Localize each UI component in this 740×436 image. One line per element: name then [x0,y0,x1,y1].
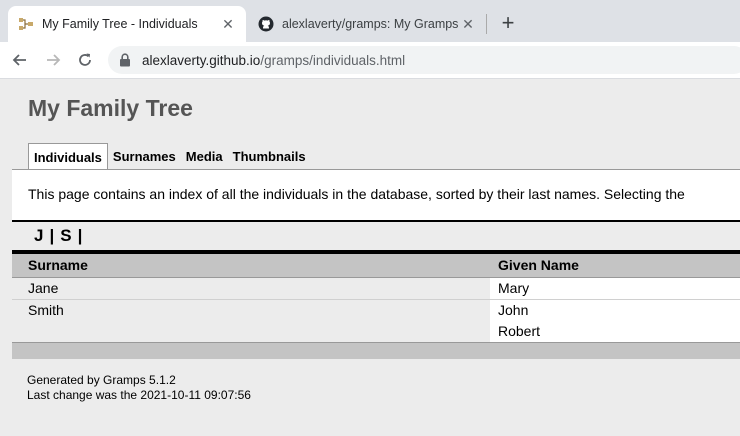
page-description: This page contains an index of all the i… [12,170,740,220]
forward-arrow-icon[interactable] [41,48,65,72]
lock-icon[interactable] [118,53,132,67]
surname-cell[interactable]: Smith [12,300,490,342]
address-bar[interactable]: alexlaverty.github.io/gramps/individuals… [108,46,740,74]
nav-surnames[interactable]: Surnames [108,144,181,170]
alpha-link-s[interactable]: S [60,226,71,246]
column-header-surname: Surname [28,257,88,273]
generated-by-text: Generated by Gramps 5.1.2 [27,373,176,387]
given-name-link[interactable]: Mary [490,278,740,299]
page-content: My Family Tree Individuals Surnames Medi… [0,79,740,436]
tab-title: alexlaverty/gramps: My Gramps F [282,17,460,31]
description-divider [12,220,740,222]
given-name-link[interactable]: John [490,300,740,321]
github-icon [258,16,274,32]
reload-icon[interactable] [73,48,97,72]
tab-title: My Family Tree - Individuals [42,17,198,31]
table-header: Surname Given Name [12,254,740,278]
browser-toolbar: alexlaverty.github.io/gramps/individuals… [0,42,740,79]
given-name-cell: Mary [490,278,740,299]
nav-individuals[interactable]: Individuals [28,143,108,171]
table-row: Jane Mary [12,278,740,299]
url-path: /gramps/individuals.html [260,52,406,68]
browser-tab-strip: My Family Tree - Individuals ✕ alexlaver… [0,0,740,42]
column-header-given-name: Given Name [498,257,579,273]
site-title: My Family Tree [28,95,193,121]
gramps-tree-icon [18,16,34,32]
table-footer [12,342,740,359]
back-arrow-icon[interactable] [8,48,32,72]
browser-tab-individuals[interactable]: My Family Tree - Individuals ✕ [8,6,246,42]
nav-thumbnails[interactable]: Thumbnails [228,144,311,170]
url-host: alexlaverty.github.io [142,52,261,68]
last-change-text: Last change was the 2021-10-11 09:07:56 [27,388,251,402]
nav-media[interactable]: Media [181,144,228,170]
surname-cell[interactable]: Jane [12,278,490,299]
close-tab-icon[interactable]: ✕ [220,16,236,32]
page-footer: Generated by Gramps 5.1.2 Last change wa… [27,373,251,403]
given-name-cell: John Robert [490,300,740,342]
alpha-separator: | [77,226,83,245]
close-tab-icon[interactable]: ✕ [460,16,476,32]
alpha-link-j[interactable]: J [34,226,43,246]
browser-tab-github[interactable]: alexlaverty/gramps: My Gramps F ✕ [248,6,486,42]
alphabet-navigation: J | S | [34,226,82,246]
alpha-separator: | [49,226,55,245]
table-row: Smith John Robert [12,300,740,342]
url-text: alexlaverty.github.io/gramps/individuals… [142,53,405,68]
tab-separator [486,14,487,34]
given-name-link[interactable]: Robert [490,321,740,342]
site-navigation: Individuals Surnames Media Thumbnails [28,142,311,171]
new-tab-plus-icon[interactable]: + [496,11,520,35]
